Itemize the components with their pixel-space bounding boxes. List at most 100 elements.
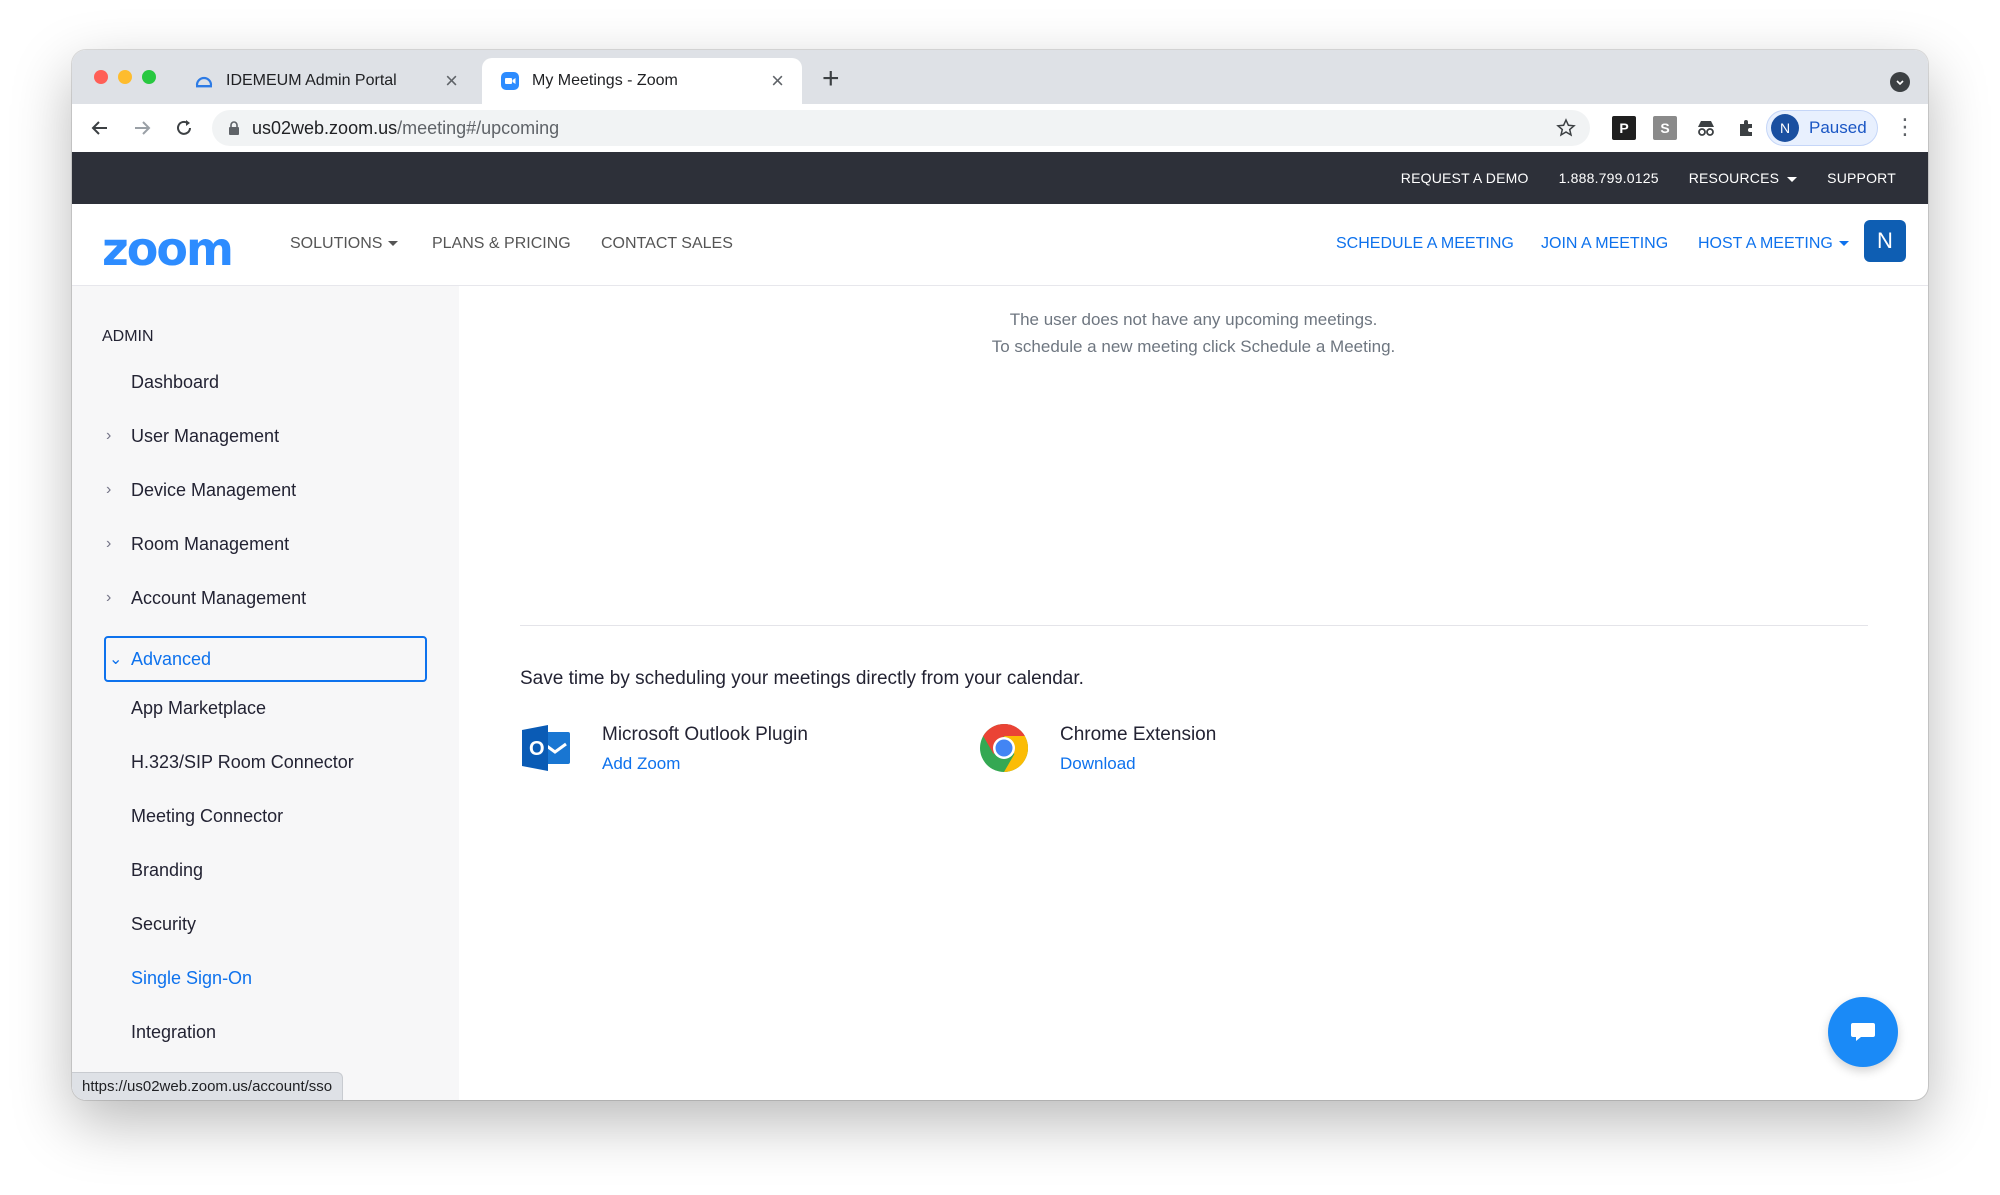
sidebar-item-label: Security — [131, 913, 197, 934]
download-link[interactable]: Download — [1060, 754, 1136, 774]
chevron-right-icon: › — [106, 481, 112, 498]
sidebar-section-title: ADMIN — [102, 328, 154, 345]
host-meeting-menu[interactable]: HOST A MEETING — [1698, 235, 1849, 253]
extensions-puzzle-icon[interactable] — [1734, 116, 1758, 140]
reload-icon[interactable] — [168, 112, 200, 144]
empty-state-line-1: The user does not have any upcoming meet… — [1009, 310, 1378, 329]
forward-arrow-icon[interactable] — [126, 112, 158, 144]
profile-status: Paused — [1809, 118, 1867, 137]
join-meeting-link[interactable]: JOIN A MEETING — [1541, 235, 1668, 253]
sidebar-item-branding[interactable]: Branding — [72, 850, 459, 890]
calendar-promo-text: Save time by scheduling your meetings di… — [520, 668, 1084, 689]
tab-title: My Meetings - Zoom — [532, 72, 678, 89]
sidebar-item-label: User Management — [131, 425, 280, 446]
link-status-bar: https://us02web.zoom.us/account/sso — [72, 1072, 344, 1100]
zoom-favicon-icon — [500, 71, 520, 91]
lock-icon — [228, 121, 240, 135]
extension-incognito-icon[interactable] — [1694, 116, 1718, 140]
sidebar-item-label: H.323/SIP Room Connector — [131, 751, 354, 772]
zoom-top-bar: REQUEST A DEMO 1.888.799.0125 RESOURCES … — [72, 152, 1928, 204]
sidebar-item-meeting-connector[interactable]: Meeting Connector — [72, 796, 459, 836]
outlook-icon-letter: O — [529, 738, 545, 760]
back-arrow-icon[interactable] — [84, 112, 116, 144]
sidebar-item-device-management[interactable]: › Device Management — [72, 470, 459, 510]
sidebar-item-label: Device Management — [131, 479, 297, 500]
sidebar-item-room-management[interactable]: › Room Management — [72, 524, 459, 564]
user-avatar[interactable]: N — [1864, 220, 1906, 262]
zoom-header: zoom SOLUTIONS PLANS & PRICING CONTACT S… — [72, 204, 1928, 286]
outlook-plugin-card: O Microsoft Outlook Plugin Add Zoom — [520, 720, 820, 780]
chevron-down-icon: ⌄ — [109, 651, 123, 668]
bookmark-star-icon[interactable] — [1556, 118, 1576, 138]
add-zoom-link[interactable]: Add Zoom — [602, 754, 680, 774]
request-demo-link[interactable]: REQUEST A DEMO — [1401, 170, 1529, 186]
close-tab-icon[interactable]: × — [445, 70, 458, 92]
empty-state-line-2: To schedule a new meeting click Schedule… — [991, 337, 1396, 356]
sidebar-item-dashboard[interactable]: Dashboard — [72, 362, 459, 402]
chevron-down-icon — [1787, 176, 1798, 182]
new-tab-icon[interactable]: + — [822, 64, 840, 94]
chat-support-button[interactable] — [1828, 997, 1898, 1067]
outlook-plugin-title: Microsoft Outlook Plugin — [602, 724, 808, 745]
tab-search-icon[interactable] — [1890, 72, 1910, 92]
zoom-logo[interactable]: zoom — [102, 222, 234, 276]
resources-label: RESOURCES — [1688, 170, 1780, 186]
browser-toolbar: us02web.zoom.us/meeting#/upcoming P S N … — [72, 104, 1928, 152]
sidebar-item-user-management[interactable]: › User Management — [72, 416, 459, 456]
section-divider — [520, 625, 1868, 626]
tab-idemeum[interactable]: IDEMEUM Admin Portal × — [176, 58, 476, 104]
sidebar-item-label: Account Management — [131, 587, 307, 608]
chevron-right-icon: › — [106, 427, 112, 444]
browser-window: IDEMEUM Admin Portal × My Meetings - Zoo… — [72, 50, 1928, 1100]
contact-sales-link[interactable]: CONTACT SALES — [601, 235, 733, 253]
address-bar[interactable]: us02web.zoom.us/meeting#/upcoming — [212, 110, 1590, 146]
admin-sidebar: ADMIN Dashboard › User Management › Devi… — [72, 286, 459, 1100]
sidebar-item-label: Dashboard — [131, 371, 220, 392]
close-tab-icon[interactable]: × — [771, 70, 784, 92]
chevron-right-icon: › — [106, 535, 112, 552]
chat-bubble-icon — [1851, 1023, 1875, 1041]
chrome-extension-card: Chrome Extension Download — [978, 720, 1278, 780]
sidebar-item-label: Meeting Connector — [131, 805, 284, 826]
profile-avatar: N — [1771, 114, 1799, 142]
idemeum-favicon-icon — [194, 71, 214, 91]
schedule-meeting-link[interactable]: SCHEDULE A MEETING — [1336, 235, 1514, 253]
host-meeting-label: HOST A MEETING — [1698, 235, 1833, 252]
minimize-window-button[interactable] — [118, 70, 132, 84]
support-link[interactable]: SUPPORT — [1827, 170, 1896, 186]
chevron-down-icon — [1838, 241, 1849, 247]
outlook-icon: O — [522, 725, 570, 771]
sidebar-item-account-management[interactable]: › Account Management — [72, 578, 459, 618]
phone-link[interactable]: 1.888.799.0125 — [1559, 170, 1659, 186]
sidebar-item-single-sign-on[interactable]: Single Sign-On — [72, 958, 459, 998]
extension-p-icon[interactable]: P — [1612, 116, 1636, 140]
tab-my-meetings[interactable]: My Meetings - Zoom × — [482, 58, 802, 104]
sidebar-item-label: App Marketplace — [131, 697, 267, 718]
sidebar-item-app-marketplace[interactable]: App Marketplace — [72, 688, 459, 728]
chrome-extension-title: Chrome Extension — [1060, 724, 1217, 745]
chevron-right-icon: › — [106, 589, 112, 606]
sidebar-item-label: Advanced — [131, 648, 212, 669]
tab-title: IDEMEUM Admin Portal — [226, 72, 397, 89]
profile-button[interactable]: N Paused — [1766, 110, 1878, 146]
sidebar-item-security[interactable]: Security — [72, 904, 459, 944]
maximize-window-button[interactable] — [142, 70, 156, 84]
chrome-icon — [980, 724, 1029, 772]
sidebar-item-label: Room Management — [131, 533, 290, 554]
solutions-menu[interactable]: SOLUTIONS — [290, 235, 399, 253]
solutions-label: SOLUTIONS — [290, 235, 383, 252]
sidebar-item-label: Integration — [131, 1021, 217, 1042]
resources-menu[interactable]: RESOURCES — [1688, 170, 1798, 186]
tab-strip: IDEMEUM Admin Portal × My Meetings - Zoo… — [72, 50, 1928, 104]
sidebar-item-advanced[interactable]: ⌄ Advanced — [104, 636, 427, 682]
close-window-button[interactable] — [94, 70, 108, 84]
plans-pricing-link[interactable]: PLANS & PRICING — [432, 235, 571, 253]
extension-s-icon[interactable]: S — [1653, 116, 1677, 140]
sidebar-item-integration[interactable]: Integration — [72, 1012, 459, 1052]
browser-menu-icon[interactable]: ⋮ — [1894, 116, 1916, 138]
url-path: /meeting#/upcoming — [397, 117, 560, 138]
sidebar-item-h323-sip-room-connector[interactable]: H.323/SIP Room Connector — [72, 742, 459, 782]
chevron-down-icon — [388, 241, 399, 247]
url-host: us02web.zoom.us — [252, 117, 398, 138]
sidebar-item-label: Single Sign-On — [131, 967, 253, 988]
